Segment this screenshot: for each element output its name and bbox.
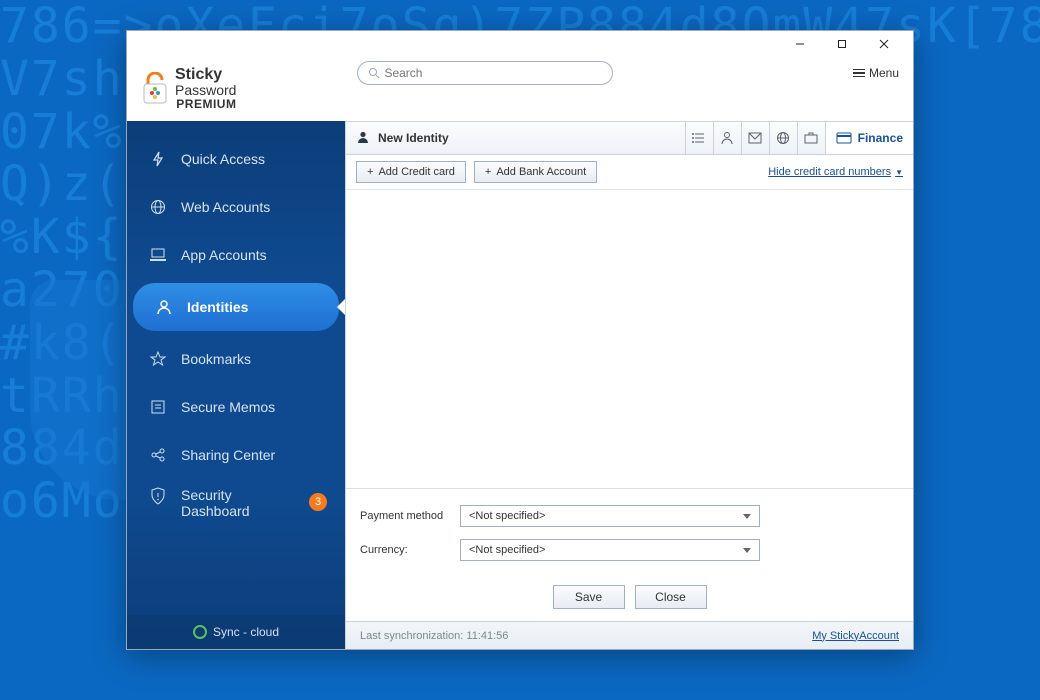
top-strip: Sticky Password PREMIUM Menu xyxy=(127,57,913,121)
padlock-icon xyxy=(141,72,169,106)
chevron-down-icon: ▼ xyxy=(895,168,903,177)
security-badge: 3 xyxy=(309,493,327,511)
sync-icon xyxy=(193,625,207,639)
search-input[interactable] xyxy=(384,66,602,80)
payment-method-label: Payment method xyxy=(360,510,460,522)
plus-icon: + xyxy=(485,166,491,178)
close-button[interactable]: Close xyxy=(635,585,707,609)
sidebar-item-label: Security Dashboard xyxy=(181,487,281,519)
sidebar-item-security-dashboard[interactable]: Security Dashboard 3 xyxy=(127,479,345,533)
hamburger-icon xyxy=(853,69,865,78)
add-credit-card-label: Add Credit card xyxy=(378,166,454,178)
sidebar-item-label: Sharing Center xyxy=(181,447,275,463)
sidebar-item-label: Secure Memos xyxy=(181,399,275,415)
sidebar-item-sharing-center[interactable]: Sharing Center xyxy=(127,431,345,479)
tab-finance[interactable]: Finance xyxy=(825,122,913,154)
shield-icon xyxy=(149,487,167,505)
tab-business[interactable] xyxy=(797,122,825,154)
hide-link-label: Hide credit card numbers xyxy=(768,166,891,178)
cards-empty-area xyxy=(346,189,913,488)
brand-line3: PREMIUM xyxy=(175,97,236,111)
plus-icon: + xyxy=(367,166,373,178)
list-icon xyxy=(692,131,706,145)
tab-mail[interactable] xyxy=(741,122,769,154)
sidebar-sync-status[interactable]: Sync - cloud xyxy=(127,615,345,649)
brand-line2: Password xyxy=(175,83,236,97)
tab-person[interactable] xyxy=(713,122,741,154)
payment-form: Payment method <Not specified> Currency:… xyxy=(346,488,913,621)
minimize-icon xyxy=(795,39,805,49)
star-icon xyxy=(149,350,167,368)
tab-finance-label: Finance xyxy=(858,131,903,145)
last-sync-text: Last synchronization: 11:41:56 xyxy=(360,630,508,642)
window-minimize-button[interactable] xyxy=(779,31,821,57)
sidebar-item-app-accounts[interactable]: App Accounts xyxy=(127,231,345,279)
sidebar-item-identities[interactable]: Identities xyxy=(133,283,339,331)
note-icon xyxy=(149,398,167,416)
sidebar-item-quick-access[interactable]: Quick Access xyxy=(127,135,345,183)
add-bank-account-label: Add Bank Account xyxy=(496,166,586,178)
currency-label: Currency: xyxy=(360,544,460,556)
chevron-down-icon xyxy=(743,548,751,553)
hide-card-numbers-link[interactable]: Hide credit card numbers ▼ xyxy=(768,166,903,178)
identity-header: New Identity xyxy=(346,121,913,155)
add-bank-account-button[interactable]: + Add Bank Account xyxy=(474,161,597,183)
sync-label: Sync - cloud xyxy=(213,625,279,639)
close-icon xyxy=(879,39,889,49)
brand-line1: Sticky xyxy=(175,67,236,83)
save-button[interactable]: Save xyxy=(553,585,625,609)
globe-icon xyxy=(776,131,790,145)
sidebar-item-bookmarks[interactable]: Bookmarks xyxy=(127,335,345,383)
payment-method-value: <Not specified> xyxy=(469,510,545,522)
search-box[interactable] xyxy=(357,61,613,85)
identity-title: New Identity xyxy=(378,131,449,145)
sidebar-item-label: Bookmarks xyxy=(181,351,251,367)
app-window: Sticky Password PREMIUM Menu xyxy=(126,30,914,650)
window-close-button[interactable] xyxy=(863,31,905,57)
currency-value: <Not specified> xyxy=(469,544,545,556)
my-account-link[interactable]: My StickyAccount xyxy=(812,630,899,642)
brand-logo: Sticky Password PREMIUM xyxy=(127,57,345,121)
identity-icon xyxy=(356,130,372,146)
content-panel: New Identity xyxy=(345,121,913,649)
add-credit-card-button[interactable]: + Add Credit card xyxy=(356,161,466,183)
sidebar: Quick Access Web Accounts App Accounts I… xyxy=(127,121,345,649)
person-icon xyxy=(720,131,734,145)
person-icon xyxy=(155,298,173,316)
laptop-icon xyxy=(149,246,167,264)
menu-label: Menu xyxy=(869,66,899,80)
tab-list[interactable] xyxy=(685,122,713,154)
identity-tabs: Finance xyxy=(685,122,913,154)
card-icon xyxy=(836,132,852,144)
share-icon xyxy=(149,446,167,464)
sidebar-item-label: Identities xyxy=(187,299,248,315)
maximize-icon xyxy=(837,39,847,49)
mail-icon xyxy=(748,132,762,144)
briefcase-icon xyxy=(804,132,818,144)
currency-select[interactable]: <Not specified> xyxy=(460,539,760,561)
lightning-icon xyxy=(149,150,167,168)
brand-text: Sticky Password PREMIUM xyxy=(175,67,236,111)
finance-toolbar: + Add Credit card + Add Bank Account Hid… xyxy=(346,155,913,189)
sidebar-item-label: Web Accounts xyxy=(181,199,270,215)
status-bar: Last synchronization: 11:41:56 My Sticky… xyxy=(346,621,913,649)
sidebar-item-label: Quick Access xyxy=(181,151,265,167)
globe-icon xyxy=(149,198,167,216)
chevron-down-icon xyxy=(743,514,751,519)
sidebar-item-label: App Accounts xyxy=(181,247,267,263)
window-titlebar xyxy=(127,31,913,57)
tab-web[interactable] xyxy=(769,122,797,154)
sidebar-item-secure-memos[interactable]: Secure Memos xyxy=(127,383,345,431)
sidebar-item-web-accounts[interactable]: Web Accounts xyxy=(127,183,345,231)
window-maximize-button[interactable] xyxy=(821,31,863,57)
search-icon xyxy=(368,67,380,79)
payment-method-select[interactable]: <Not specified> xyxy=(460,505,760,527)
menu-button[interactable]: Menu xyxy=(853,66,899,80)
